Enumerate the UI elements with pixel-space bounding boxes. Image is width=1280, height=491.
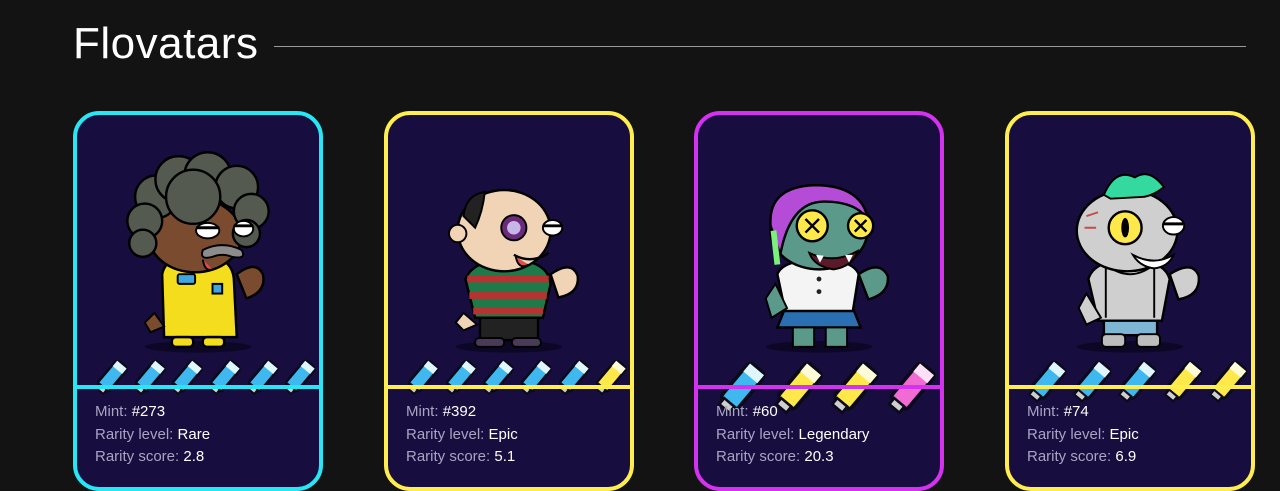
rarity-level-row: Rarity level: Epic: [406, 424, 630, 447]
rarity-score-label: Rarity score:: [406, 448, 495, 465]
mint-value: #74: [1063, 403, 1089, 420]
rarity-level-value: Epic: [1109, 425, 1139, 443]
rarity-score-row: Rarity score: 20.3: [716, 446, 940, 469]
flovatar-image[interactable]: [77, 115, 319, 395]
bald-man-avatar: [448, 188, 580, 353]
rarity-level-value: Legendary: [798, 425, 870, 443]
mint-label: Mint:: [95, 403, 132, 420]
card-info: Mint: #273 Rarity level: Rare Rarity sco…: [77, 389, 319, 487]
rarity-level-label: Rarity level:: [406, 425, 489, 443]
rarity-level-value: Rare: [177, 425, 211, 443]
rarity-score-value: 20.3: [804, 448, 834, 465]
flovatar-card[interactable]: Mint: #60 Rarity level: Legendary Rarity…: [694, 111, 944, 491]
afro-man-avatar: [126, 151, 270, 353]
mint-row: Mint: #392: [406, 401, 630, 424]
mint-value: #60: [752, 403, 778, 420]
rarity-score-value: 5.1: [494, 448, 516, 465]
rarity-score-row: Rarity score: 2.8: [95, 446, 319, 469]
title-divider: [274, 45, 1246, 47]
rarity-level-row: Rarity level: Epic: [1027, 424, 1251, 447]
flovatar-card[interactable]: Mint: #273 Rarity level: Rare Rarity sco…: [73, 111, 323, 491]
flovatar-image[interactable]: [388, 115, 630, 395]
flovatar-image[interactable]: [1009, 115, 1251, 403]
card-info: Mint: #392 Rarity level: Epic Rarity sco…: [388, 389, 630, 487]
rarity-score-label: Rarity score:: [95, 448, 184, 465]
rarity-level-label: Rarity level:: [95, 425, 178, 443]
rarity-level-label: Rarity level:: [1027, 425, 1110, 443]
rarity-score-label: Rarity score:: [1027, 448, 1116, 465]
mint-row: Mint: #273: [95, 401, 319, 424]
rarity-score-row: Rarity score: 5.1: [406, 446, 630, 469]
flovatar-card[interactable]: Mint: #392 Rarity level: Epic Rarity sco…: [384, 111, 634, 491]
rarity-level-value: Epic: [488, 425, 518, 443]
section-header: Flovatars: [73, 14, 1246, 74]
flovatar-image[interactable]: [698, 115, 940, 415]
rarity-level-row: Rarity level: Legendary: [716, 424, 940, 447]
mint-row: Mint: #60: [716, 401, 940, 424]
rarity-score-value: 6.9: [1115, 448, 1137, 465]
rarity-level-label: Rarity level:: [716, 425, 799, 443]
flovatar-card[interactable]: Mint: #74 Rarity level: Epic Rarity scor…: [1005, 111, 1255, 491]
rarity-score-label: Rarity score:: [716, 448, 805, 465]
page-title: Flovatars: [73, 19, 259, 68]
mint-row: Mint: #74: [1027, 401, 1251, 424]
mint-value: #273: [131, 403, 166, 420]
card-info: Mint: #74 Rarity level: Epic Rarity scor…: [1009, 389, 1251, 487]
mint-label: Mint:: [1027, 403, 1064, 420]
mint-label: Mint:: [406, 403, 443, 420]
robot-mohawk-avatar: [1075, 173, 1201, 353]
mint-label: Mint:: [716, 403, 753, 420]
rarity-score-value: 2.8: [183, 448, 205, 465]
card-info: Mint: #60 Rarity level: Legendary Rarity…: [698, 389, 940, 487]
rarity-score-row: Rarity score: 6.9: [1027, 446, 1251, 469]
rarity-level-row: Rarity level: Rare: [95, 424, 319, 447]
mint-value: #392: [442, 403, 477, 420]
zombie-girl-avatar: [764, 183, 890, 353]
